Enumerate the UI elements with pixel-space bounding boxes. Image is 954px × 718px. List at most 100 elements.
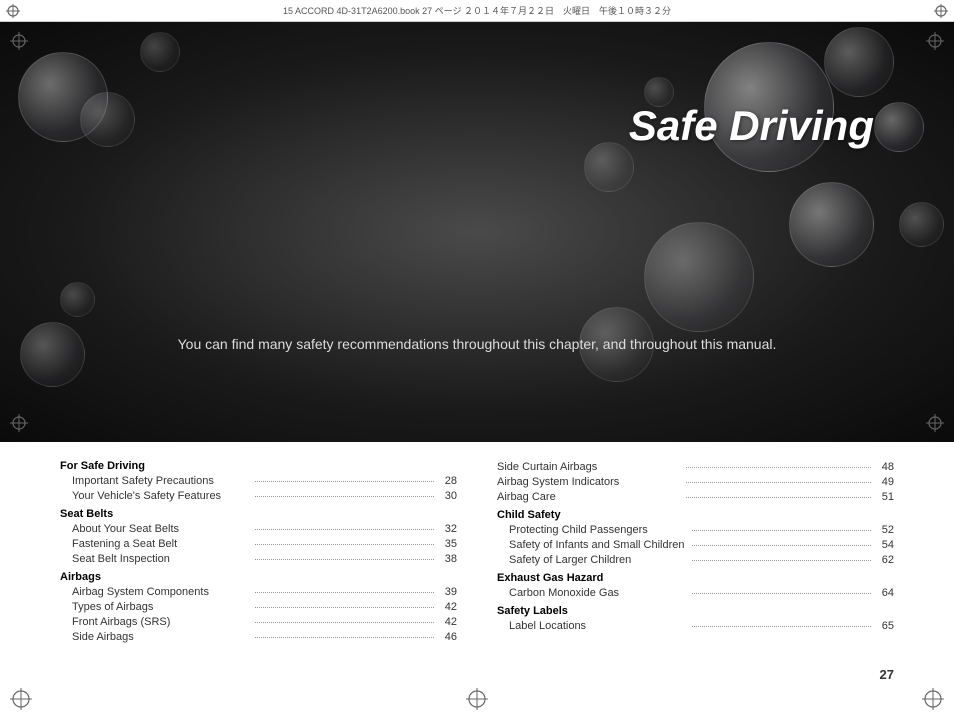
toc-entry-label: Side Airbags — [60, 631, 252, 643]
toc-entry-page: 65 — [874, 620, 894, 632]
toc-entry-page: 51 — [874, 491, 894, 503]
toc-entry-dots — [255, 520, 435, 530]
toc-header: Child Safety — [497, 509, 894, 521]
toc-entry-page: 48 — [874, 461, 894, 473]
toc-entry-page: 35 — [437, 538, 457, 550]
bubble-7 — [789, 182, 874, 267]
toc-entry: Carbon Monoxide Gas 64 — [497, 586, 894, 599]
page-number: 27 — [880, 667, 894, 682]
toc-entry-label: Important Safety Precautions — [60, 475, 252, 487]
toc-entry-dots — [255, 613, 435, 623]
toc-entry-label: Your Vehicle's Safety Features — [60, 490, 252, 502]
toc-header: Exhaust Gas Hazard — [497, 572, 894, 584]
toc-entry: Front Airbags (SRS) 42 — [60, 615, 457, 628]
toc-entry-page: 64 — [874, 587, 894, 599]
toc-entry-dots — [686, 488, 872, 498]
hero-title-area: Safe Driving — [629, 102, 874, 150]
top-bar: 15 ACCORD 4D-31T2A6200.book 27 ページ ２０１４年… — [0, 0, 954, 22]
hero-section: Safe Driving You can find many safety re… — [0, 22, 954, 442]
hero-corner-bl — [10, 414, 28, 432]
toc-entry-label: Seat Belt Inspection — [60, 553, 252, 565]
toc-entry-page: 42 — [437, 616, 457, 628]
toc-entry-label: Protecting Child Passengers — [497, 524, 689, 536]
toc-entry: Airbag System Components39 — [60, 585, 457, 598]
toc-entry-page: 28 — [437, 475, 457, 487]
toc-entry-label: Safety of Infants and Small Children — [497, 539, 689, 551]
toc-entry: Airbag System Indicators 49 — [497, 475, 894, 488]
toc-entry-dots — [692, 521, 872, 531]
toc-header: Safety Labels — [497, 605, 894, 617]
toc-entry: Types of Airbags 42 — [60, 600, 457, 613]
toc-entry: Side Curtain Airbags 48 — [497, 460, 894, 473]
bubble-11 — [20, 322, 85, 387]
toc-entry-label: About Your Seat Belts — [60, 523, 252, 535]
hero-corner-tl — [10, 32, 28, 50]
toc-entry: Side Airbags 46 — [60, 630, 457, 643]
toc-section: For Safe Driving Important Safety Precaut… — [0, 442, 954, 663]
toc-entry-label: Airbag System Indicators — [497, 476, 683, 488]
hero-corner-tr — [926, 32, 944, 50]
top-bar-text: 15 ACCORD 4D-31T2A6200.book 27 ページ ２０１４年… — [283, 4, 671, 17]
toc-entry: Important Safety Precautions 28 — [60, 474, 457, 487]
toc-entry-dots — [255, 628, 435, 638]
bubble-8 — [644, 222, 754, 332]
toc-entry: Seat Belt Inspection 38 — [60, 552, 457, 565]
toc-entry-dots — [692, 536, 872, 546]
toc-entry-dots — [692, 617, 872, 627]
toc-entry-dots — [686, 473, 872, 483]
toc-entry-dots — [255, 550, 435, 560]
toc-entry-page: 39 — [437, 586, 457, 598]
hero-subtitle: You can find many safety recommendations… — [0, 336, 954, 352]
toc-entry-label: Front Airbags (SRS) — [60, 616, 252, 628]
bottom-area: 27 — [0, 667, 954, 682]
toc-entry: Safety of Infants and Small Children54 — [497, 538, 894, 551]
toc-entry-label: Types of Airbags — [60, 601, 252, 613]
toc-entry-dots — [255, 598, 435, 608]
toc-entry: Label Locations 65 — [497, 619, 894, 632]
bottom-corners — [0, 684, 954, 714]
toc-entry: Protecting Child Passengers 52 — [497, 523, 894, 536]
toc-entry-page: 49 — [874, 476, 894, 488]
toc-entry-dots — [692, 551, 872, 561]
toc-entry: Fastening a Seat Belt 35 — [60, 537, 457, 550]
corner-mark-tr — [934, 4, 948, 18]
toc-entry-label: Fastening a Seat Belt — [60, 538, 252, 550]
toc-entry-label: Carbon Monoxide Gas — [497, 587, 689, 599]
toc-entry-page: 62 — [874, 554, 894, 566]
toc-right-column: Side Curtain Airbags 48 Airbag System Indi… — [477, 460, 894, 645]
toc-entry: Airbag Care 51 — [497, 490, 894, 503]
toc-entry: Safety of Larger Children 62 — [497, 553, 894, 566]
toc-entry-label: Label Locations — [497, 620, 689, 632]
toc-entry-dots — [692, 584, 872, 594]
bubble-12 — [584, 142, 634, 192]
corner-mark-tl — [6, 4, 20, 18]
toc-entry-label: Side Curtain Airbags — [497, 461, 683, 473]
bubble-3 — [140, 32, 180, 72]
hero-title: Safe Driving — [629, 102, 874, 150]
toc-header: Airbags — [60, 571, 457, 583]
toc-entry-dots — [255, 472, 435, 482]
toc-entry-page: 52 — [874, 524, 894, 536]
bubble-5 — [824, 27, 894, 97]
toc-entry-label: Airbag Care — [497, 491, 683, 503]
toc-entry-page: 30 — [437, 490, 457, 502]
bottom-corner-mark-right — [922, 688, 944, 710]
page-container: 15 ACCORD 4D-31T2A6200.book 27 ページ ２０１４年… — [0, 0, 954, 718]
toc-entry-label: Safety of Larger Children — [497, 554, 689, 566]
toc-entry-dots — [255, 487, 435, 497]
toc-header: For Safe Driving — [60, 460, 457, 472]
bottom-corner-mark-left — [10, 688, 32, 710]
toc-entry-page: 42 — [437, 601, 457, 613]
toc-entry: About Your Seat Belts 32 — [60, 522, 457, 535]
toc-entry-dots — [255, 535, 435, 545]
toc-left-column: For Safe Driving Important Safety Precaut… — [60, 460, 477, 645]
toc-header: Seat Belts — [60, 508, 457, 520]
hero-corner-br — [926, 414, 944, 432]
bubble-6 — [874, 102, 924, 152]
toc-entry-page: 32 — [437, 523, 457, 535]
toc-entry-page: 38 — [437, 553, 457, 565]
toc-entry: Your Vehicle's Safety Features 30 — [60, 489, 457, 502]
bubble-10 — [60, 282, 95, 317]
bubble-9 — [899, 202, 944, 247]
toc-entry-page: 46 — [437, 631, 457, 643]
